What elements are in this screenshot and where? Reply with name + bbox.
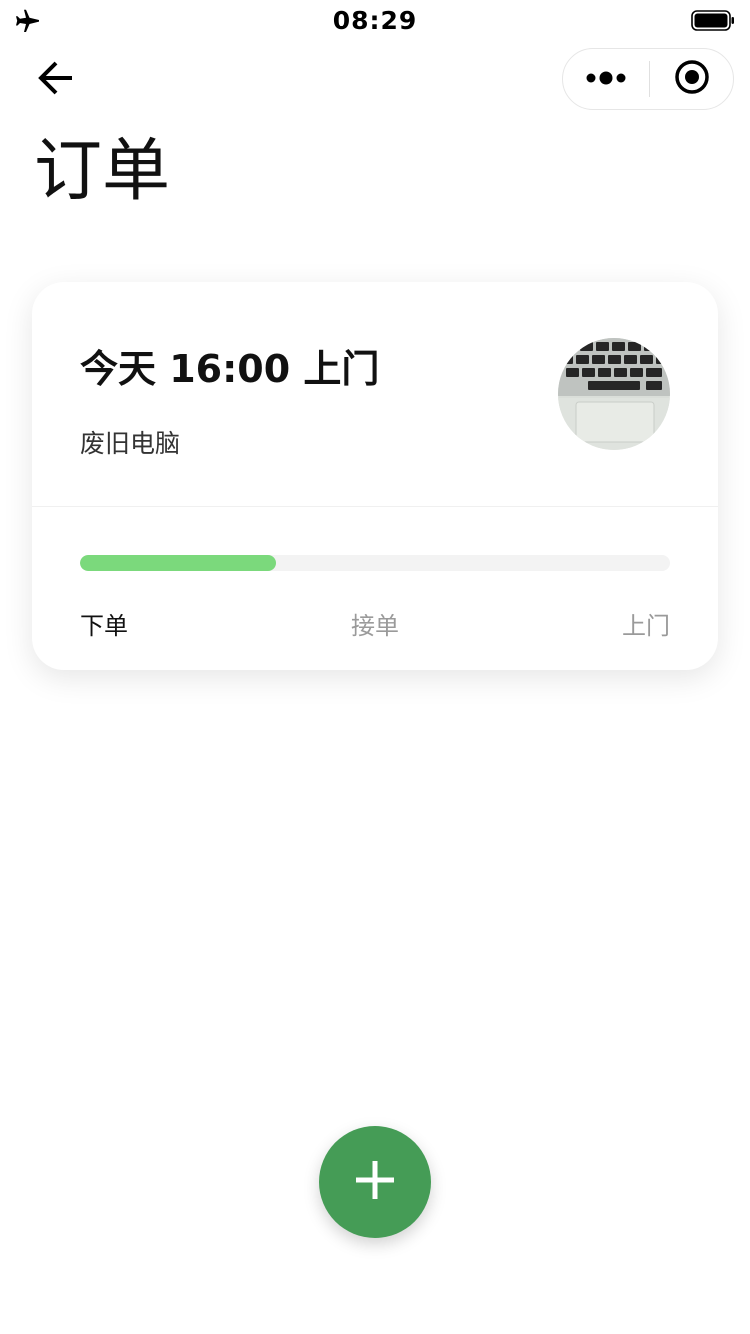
- step-label-accepted: 接单: [351, 612, 399, 640]
- order-thumbnail: [558, 338, 670, 450]
- order-card[interactable]: 今天 16:00 上门 废旧电脑 下单 接单 上门: [32, 282, 718, 670]
- more-dots-icon: [586, 70, 626, 89]
- target-circle-icon: [674, 59, 710, 99]
- back-button[interactable]: [30, 58, 82, 102]
- page-title: 订单: [34, 132, 171, 211]
- order-item-name: 废旧电脑: [80, 429, 181, 458]
- plus-icon: [354, 1159, 396, 1205]
- add-order-button[interactable]: [319, 1126, 431, 1238]
- order-progress-bar: [80, 555, 670, 571]
- status-time: 08:29: [332, 6, 418, 35]
- status-bar: 08:29: [0, 0, 750, 40]
- mini-program-capsule: [562, 48, 734, 110]
- order-time: 今天 16:00 上门: [80, 347, 380, 391]
- step-label-visit: 上门: [622, 612, 670, 640]
- card-divider: [32, 506, 718, 507]
- battery-icon: [691, 10, 735, 31]
- arrow-left-icon: [36, 60, 76, 100]
- more-button[interactable]: [563, 49, 649, 109]
- close-mini-program-button[interactable]: [650, 49, 734, 109]
- order-progress-fill: [80, 555, 277, 571]
- order-screen: 08:29 订单 今天 16:00 上门 废旧电脑 下单 接单 上门: [0, 0, 750, 1334]
